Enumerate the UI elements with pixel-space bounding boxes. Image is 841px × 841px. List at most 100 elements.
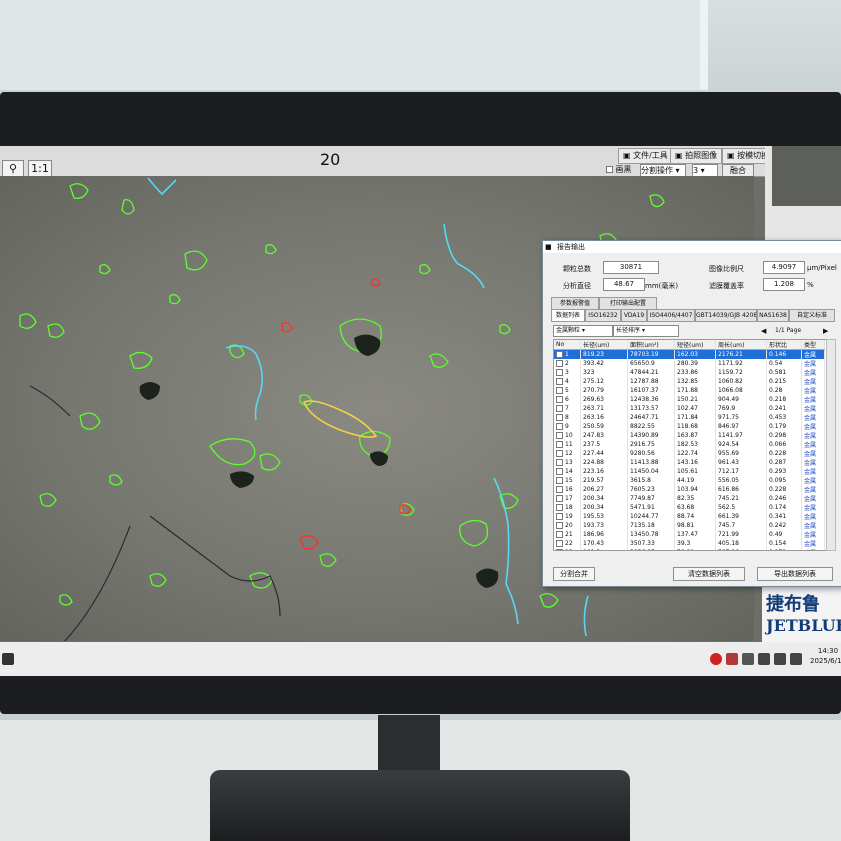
row-checkbox[interactable]	[556, 360, 563, 367]
row-checkbox[interactable]	[556, 396, 563, 403]
tab-data-list[interactable]: 数据列表	[551, 309, 585, 322]
row-checkbox[interactable]	[556, 432, 563, 439]
export-list-button[interactable]: 导出数据列表	[757, 567, 833, 581]
row-checkbox[interactable]	[556, 495, 563, 502]
particle-type-select[interactable]: 金属颗粒 ▾	[553, 325, 613, 337]
row-checkbox[interactable]	[556, 513, 563, 520]
tray-app-icon[interactable]	[726, 653, 738, 665]
table-row[interactable]: 19 195.53 10244.77 88.74 661.39 0.341 金属	[554, 512, 825, 521]
column-header-area[interactable]: 面积(um²)	[627, 340, 675, 350]
row-checkbox[interactable]	[556, 477, 563, 484]
table-row[interactable]: 15 219.57 3615.8 44.19 556.05 0.095 金属	[554, 476, 825, 485]
table-cell: 0.341	[766, 512, 802, 521]
tab-nas1638[interactable]: NAS1638	[757, 309, 789, 322]
tab-iso16232[interactable]: ISO16232	[585, 309, 621, 322]
table-row[interactable]: 9 250.59 8822.55 118.68 846.97 0.179 金属	[554, 422, 825, 431]
prev-page-icon[interactable]: ◀	[761, 327, 766, 335]
row-checkbox[interactable]	[556, 405, 563, 412]
column-header-type[interactable]: 类型	[801, 340, 825, 350]
table-scrollbar[interactable]	[826, 339, 836, 551]
row-checkbox[interactable]	[556, 414, 563, 421]
table-row[interactable]: 7 263.71 13173.57 102.47 769.9 0.241 金属	[554, 404, 825, 413]
tab-gbt14039[interactable]: GBT14039/GJB 4208	[695, 309, 757, 322]
table-row[interactable]: 12 227.44 9280.56 122.74 955.69 0.228 金属	[554, 449, 825, 458]
column-header-no[interactable]: No	[554, 340, 581, 350]
row-checkbox[interactable]	[556, 387, 563, 394]
table-row[interactable]: 4 275.12 12787.88 132.85 1060.82 0.215 金属	[554, 377, 825, 386]
table-row[interactable]: 17 200.34 7749.87 82.35 745.21 0.246 金属	[554, 494, 825, 503]
table-row[interactable]: 16 206.27 7605.23 103.94 616.86 0.228 金属	[554, 485, 825, 494]
tab-vda19[interactable]: VDA19	[621, 309, 647, 322]
type-cell: 金属	[801, 449, 825, 458]
next-page-icon[interactable]: ▶	[823, 327, 828, 335]
draw-black-checkbox[interactable]: 画黑	[606, 164, 632, 176]
selected-particle-outline	[302, 400, 378, 438]
row-checkbox[interactable]	[556, 522, 563, 529]
volume-icon[interactable]	[774, 653, 786, 665]
notification-icon[interactable]	[710, 653, 722, 665]
table-row[interactable]: 22 170.43 3507.33 39.3 405.18 0.154 金属	[554, 539, 825, 548]
table-cell: 562.5	[715, 503, 767, 512]
table-cell: 971.75	[715, 413, 767, 422]
column-header-width[interactable]: 短径(um)	[674, 340, 716, 350]
taskbar: 14:30 2025/6/19	[0, 642, 841, 676]
table-row[interactable]: 10 247.83 14390.89 163.87 1141.97 0.298 金属	[554, 431, 825, 440]
table-row[interactable]: 8 263.16 24647.71 171.84 971.75 0.453 金属	[554, 413, 825, 422]
row-checkbox[interactable]	[556, 369, 563, 376]
row-checkbox[interactable]	[556, 531, 563, 538]
table-cell: 227.44	[580, 449, 628, 458]
row-checkbox[interactable]	[556, 540, 563, 547]
table-row[interactable]: 6 269.63 12438.36 150.21 904.49 0.218 金属	[554, 395, 825, 404]
table-row[interactable]: 23 169.33856.8576.81567.260.171金属	[554, 548, 825, 550]
row-checkbox[interactable]	[556, 504, 563, 511]
thumbnail-preview[interactable]	[772, 146, 841, 206]
table-row[interactable]: 3 323 47844.21 233.86 1159.72 0.581 金属	[554, 368, 825, 377]
split-merge-button[interactable]: 分割合并	[553, 567, 595, 581]
report-output-dialog: 报告输出 ■ 颗粒总数 30871 分析直径 48.67 mm(毫米) 图像比例…	[542, 240, 841, 587]
row-number: 12	[565, 450, 573, 457]
sort-select[interactable]: 长径排序 ▾	[613, 325, 679, 337]
column-header-perimeter[interactable]: 周长(um)	[715, 340, 767, 350]
table-cell: 0.241	[766, 404, 802, 413]
table-row[interactable]: 5 270.79 16107.37 171.88 1066.08 0.28 金属	[554, 386, 825, 395]
clear-list-button[interactable]: 清空数据列表	[673, 567, 745, 581]
table-cell: 200.34	[580, 494, 628, 503]
analysis-diameter-value[interactable]: 48.67	[603, 278, 645, 291]
particle-count-label: 颗粒总数	[563, 265, 591, 273]
row-checkbox[interactable]	[556, 378, 563, 385]
row-checkbox[interactable]	[556, 468, 563, 475]
row-checkbox[interactable]	[556, 441, 563, 448]
table-row[interactable]: 1 819.23 78703.19 162.03 2176.21 0.146 金属	[554, 349, 825, 359]
file-tools-button[interactable]: ▣ 文件/工具	[618, 148, 673, 164]
taskbar-clock[interactable]: 14:30 2025/6/19	[810, 646, 841, 666]
checkbox-box[interactable]	[606, 166, 613, 173]
table-row[interactable]: 18 200.34 5471.91 63.68 562.5 0.174 金属	[554, 503, 825, 512]
row-checkbox[interactable]	[556, 351, 563, 358]
table-row[interactable]: 13 224.88 11413.88 143.16 961.43 0.287 金属	[554, 458, 825, 467]
tab-iso4406[interactable]: ISO4406/4407	[647, 309, 695, 322]
row-number: 23	[565, 549, 573, 550]
row-checkbox[interactable]	[556, 549, 563, 550]
table-row[interactable]: 20 193.73 7135.18 98.81 745.7 0.242 金属	[554, 521, 825, 530]
table-row[interactable]: 11 237.5 2916.75 182.53 924.54 0.066 金属	[554, 440, 825, 449]
tab-custom-standard[interactable]: 自定义标准	[789, 309, 835, 322]
language-icon[interactable]	[790, 653, 802, 665]
row-checkbox[interactable]	[556, 423, 563, 430]
image-scale-value[interactable]: 4.9097	[763, 261, 805, 274]
row-checkbox[interactable]	[556, 486, 563, 493]
network-icon[interactable]	[758, 653, 770, 665]
table-header-row: No 长径(um) 面积(um²) 短径(um) 周长(um) 形状比 类型	[554, 340, 825, 350]
row-checkbox[interactable]	[556, 459, 563, 466]
table-row[interactable]: 14 223.16 11450.04 105.61 712.17 0.293 金属	[554, 467, 825, 476]
table-row[interactable]: 21 186.96 13450.78 137.47 721.99 0.49 金属	[554, 530, 825, 539]
table-cell: 3615.8	[627, 476, 675, 485]
start-icon[interactable]	[2, 653, 14, 665]
photo-button[interactable]: ▣ 拍照图像	[670, 148, 723, 164]
table-cell: 819.23	[580, 349, 628, 359]
table-row[interactable]: 2 393.42 65650.9 280.39 1171.92 0.54 金属	[554, 359, 825, 368]
row-checkbox[interactable]	[556, 450, 563, 457]
column-header-length[interactable]: 长径(um)	[580, 340, 628, 350]
column-header-shape-ratio[interactable]: 形状比	[766, 340, 802, 350]
table-cell: 393.42	[580, 359, 628, 368]
tray-app-icon-2[interactable]	[742, 653, 754, 665]
